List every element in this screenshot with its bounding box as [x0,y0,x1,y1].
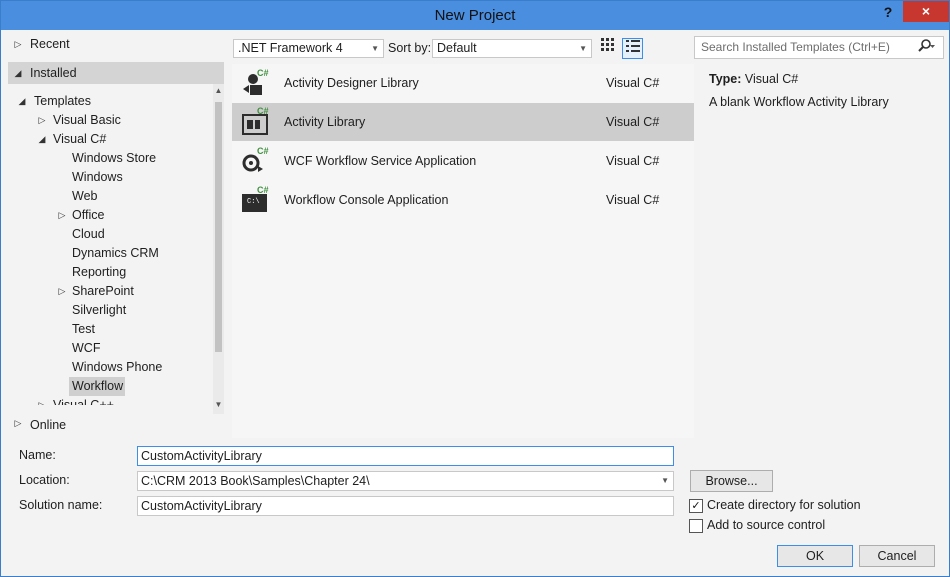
ok-button[interactable]: OK [777,545,853,567]
location-field[interactable]: C:\CRM 2013 Book\Samples\Chapter 24\ ▼ [137,471,674,491]
svg-text:C#: C# [257,107,269,116]
svg-text:C#: C# [257,68,269,78]
expand-arrow-icon[interactable]: ▷ [36,396,48,405]
chevron-down-icon: ▼ [579,44,587,53]
template-item[interactable]: C# C:\ Workflow Console Application Visu… [232,181,694,219]
collapse-arrow-icon[interactable]: ◢ [36,130,48,149]
template-description: A blank Workflow Activity Library [709,95,889,109]
template-name: WCF Workflow Service Application [284,154,477,168]
expand-arrow-icon[interactable]: ▷ [12,35,24,54]
sort-by-label: Sort by: [388,41,432,55]
source-control-checkbox[interactable] [689,519,703,533]
activity-designer-icon: C# [240,68,270,98]
expand-arrow-icon[interactable]: ▷ [56,282,68,301]
create-directory-checkbox[interactable]: ✓ [689,499,703,513]
cancel-button[interactable]: Cancel [859,545,935,567]
nav-item-workflow[interactable]: Workflow [69,377,125,396]
solution-name-label: Solution name: [19,498,103,512]
svg-text:C#: C# [257,185,269,195]
name-label: Name: [19,448,56,462]
browse-button[interactable]: Browse... [690,470,773,492]
close-button[interactable]: × [903,1,949,22]
title-bar[interactable]: New Project ? × [1,1,949,30]
scroll-thumb[interactable] [215,102,222,352]
nav-recent[interactable]: ▷ Recent [8,35,224,54]
collapse-arrow-icon[interactable]: ◢ [16,92,28,111]
solution-name-field[interactable]: CustomActivityLibrary [137,496,674,516]
svg-text:C#: C# [257,146,269,156]
list-view-icon[interactable] [622,38,643,59]
location-label: Location: [19,473,70,487]
dialog-title: New Project [434,7,516,24]
template-name: Activity Designer Library [284,76,419,90]
name-field[interactable]: CustomActivityLibrary [137,446,674,466]
scroll-down-icon[interactable]: ▼ [213,400,224,409]
nav-item-visual-cpp[interactable]: ▷ Visual C++ [8,396,208,405]
template-language: Visual C# [606,115,660,129]
framework-select[interactable]: .NET Framework 4 ▼ [233,39,384,58]
source-control-label[interactable]: Add to source control [707,517,825,533]
template-name: Workflow Console Application [284,193,449,207]
create-directory-label[interactable]: Create directory for solution [707,497,861,513]
type-value: Visual C# [744,72,799,86]
template-list: C# Activity Designer Library Visual C# C… [232,64,694,438]
collapse-arrow-icon[interactable]: ◢ [12,64,24,83]
template-language: Visual C# [606,76,660,90]
expand-arrow-icon[interactable]: ▷ [36,111,48,130]
search-icon[interactable] [917,38,935,57]
new-project-dialog: New Project ? × ▷ Recent ◢ Installed ◢ T… [0,0,950,577]
template-item[interactable]: C# WCF Workflow Service Application Visu… [232,142,694,180]
help-button[interactable]: ? [875,1,901,23]
template-nav-pane: ▷ Recent ◢ Installed ◢ Templates ▷ Visua… [8,34,224,438]
console-app-icon: C# C:\ [240,185,270,215]
project-form: Name: CustomActivityLibrary Location: C:… [1,438,949,576]
template-language: Visual C# [606,193,660,207]
chevron-down-icon[interactable]: ▼ [661,472,669,490]
template-details-pane: Type: Visual C# A blank Workflow Activit… [694,64,942,438]
nav-scrollbar[interactable]: ▲ ▼ [213,84,224,414]
wcf-workflow-icon: C# [240,146,270,176]
expand-arrow-icon[interactable]: ▷ [12,414,24,433]
type-label: Type: [709,72,742,86]
search-installed-templates-input[interactable]: Search Installed Templates (Ctrl+E) [694,36,944,59]
activity-library-icon: C# [240,106,270,137]
sort-select[interactable]: Default ▼ [432,39,592,58]
chevron-down-icon: ▼ [371,44,379,53]
template-item[interactable]: C# Activity Designer Library Visual C# [232,64,694,102]
scroll-up-icon[interactable]: ▲ [213,86,224,95]
tiles-view-icon[interactable] [598,38,617,57]
nav-online[interactable]: ▷ Online [8,414,224,436]
nav-installed[interactable]: ◢ Installed [8,62,224,84]
template-language: Visual C# [606,154,660,168]
template-type: Type: Visual C# [709,72,798,86]
template-name: Activity Library [284,115,366,129]
expand-arrow-icon[interactable]: ▷ [56,206,68,225]
console-prompt-text: C:\ [247,198,260,206]
template-item-selected[interactable]: C# Activity Library Visual C# [232,103,694,141]
